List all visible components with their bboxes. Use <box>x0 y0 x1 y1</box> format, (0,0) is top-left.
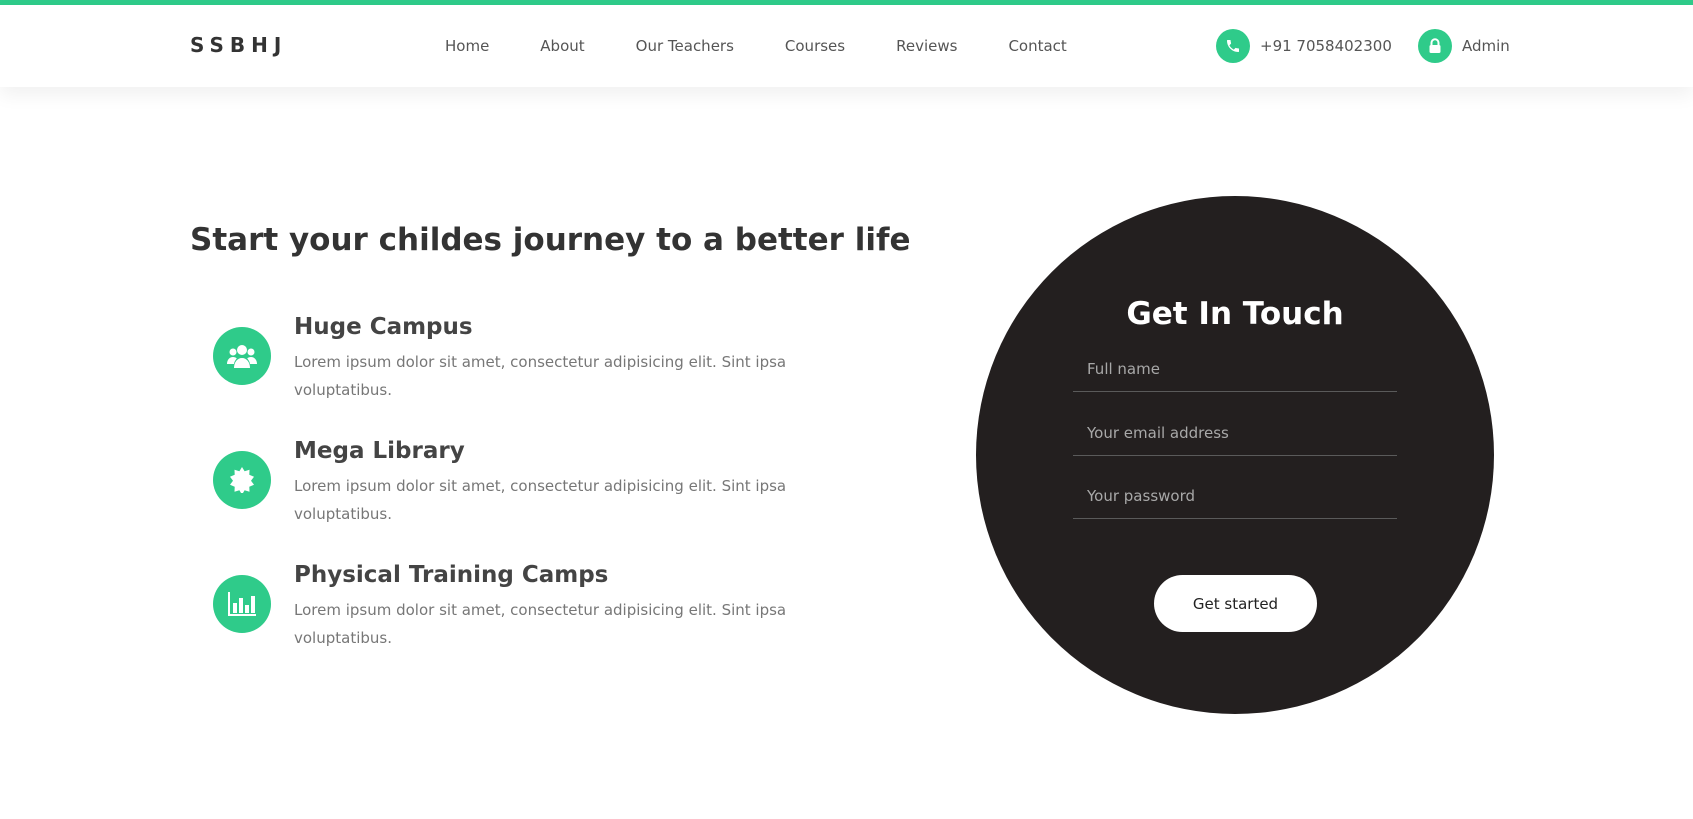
feature-description: Lorem ipsum dolor sit amet, consectetur … <box>294 353 787 399</box>
badge-icon <box>213 451 271 509</box>
admin-label: Admin <box>1462 37 1510 55</box>
admin-link[interactable]: Admin <box>1418 29 1510 63</box>
users-icon <box>213 327 271 385</box>
contact-form-title: Get In Touch <box>1126 296 1344 332</box>
get-started-button[interactable]: Get started <box>1154 575 1317 632</box>
nav-link-our-teachers[interactable]: Our Teachers <box>636 37 734 55</box>
nav-link-about[interactable]: About <box>540 37 584 55</box>
feature-description: Lorem ipsum dolor sit amet, consectetur … <box>294 601 787 647</box>
phone-contact[interactable]: +91 7058402300 <box>1216 29 1392 63</box>
feature-description: Lorem ipsum dolor sit amet, consectetur … <box>294 477 787 523</box>
nav-link-contact[interactable]: Contact <box>1008 37 1066 55</box>
bar-chart-icon <box>213 575 271 633</box>
contact-form-panel: Get In Touch Get started <box>976 196 1494 714</box>
fullname-input[interactable] <box>1073 346 1397 392</box>
main-nav: Home About Our Teachers Courses Reviews … <box>445 37 1118 55</box>
nav-link-reviews[interactable]: Reviews <box>896 37 957 55</box>
hero-title: Start your childes journey to a better l… <box>190 222 911 258</box>
nav-link-courses[interactable]: Courses <box>785 37 845 55</box>
password-input[interactable] <box>1073 473 1397 519</box>
site-header: SSBHJ Home About Our Teachers Courses Re… <box>0 5 1693 87</box>
feature-title: Mega Library <box>294 438 465 464</box>
nav-link-home[interactable]: Home <box>445 37 489 55</box>
feature-title: Physical Training Camps <box>294 562 609 588</box>
lock-icon <box>1418 29 1452 63</box>
email-input[interactable] <box>1073 410 1397 456</box>
feature-title: Huge Campus <box>294 314 473 340</box>
phone-icon <box>1216 29 1250 63</box>
phone-number: +91 7058402300 <box>1260 37 1392 55</box>
site-logo[interactable]: SSBHJ <box>190 33 287 57</box>
